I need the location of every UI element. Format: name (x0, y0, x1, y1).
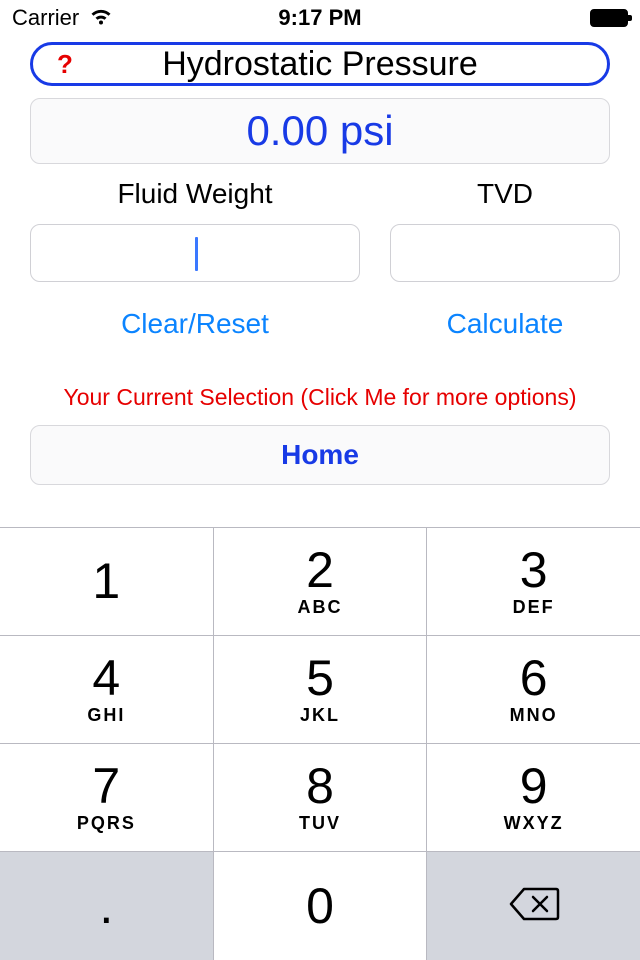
status-bar: Carrier 9:17 PM (0, 0, 640, 36)
calculate-button[interactable]: Calculate (447, 308, 564, 340)
page-title: Hydrostatic Pressure (162, 45, 478, 84)
key-8[interactable]: 8TUV (214, 744, 428, 852)
result-value: 0.00 psi (246, 107, 393, 155)
title-pill[interactable]: ? Hydrostatic Pressure (30, 42, 610, 86)
key-dot[interactable]: . (0, 852, 214, 960)
carrier-label: Carrier (12, 5, 79, 31)
home-label: Home (281, 439, 359, 471)
key-backspace[interactable] (427, 852, 640, 960)
key-7[interactable]: 7PQRS (0, 744, 214, 852)
selection-hint[interactable]: Your Current Selection (Click Me for mor… (0, 384, 640, 411)
clear-reset-button[interactable]: Clear/Reset (121, 308, 269, 340)
key-0[interactable]: 0 (214, 852, 428, 960)
help-icon[interactable]: ? (57, 49, 73, 80)
key-2[interactable]: 2ABC (214, 528, 428, 636)
battery-icon (590, 9, 628, 27)
result-display: 0.00 psi (30, 98, 610, 164)
tvd-input[interactable] (390, 224, 620, 282)
wifi-icon (89, 5, 113, 31)
key-4[interactable]: 4GHI (0, 636, 214, 744)
home-button[interactable]: Home (30, 425, 610, 485)
backspace-icon (508, 886, 560, 927)
fluid-weight-label: Fluid Weight (117, 178, 272, 210)
fluid-weight-input[interactable] (30, 224, 360, 282)
key-5[interactable]: 5JKL (214, 636, 428, 744)
text-caret (195, 237, 198, 271)
key-1[interactable]: 1 (0, 528, 214, 636)
key-3[interactable]: 3DEF (427, 528, 640, 636)
numeric-keypad: 1 2ABC 3DEF 4GHI 5JKL 6MNO 7PQRS 8TUV 9W… (0, 527, 640, 960)
key-9[interactable]: 9WXYZ (427, 744, 640, 852)
key-6[interactable]: 6MNO (427, 636, 640, 744)
tvd-label: TVD (477, 178, 533, 210)
